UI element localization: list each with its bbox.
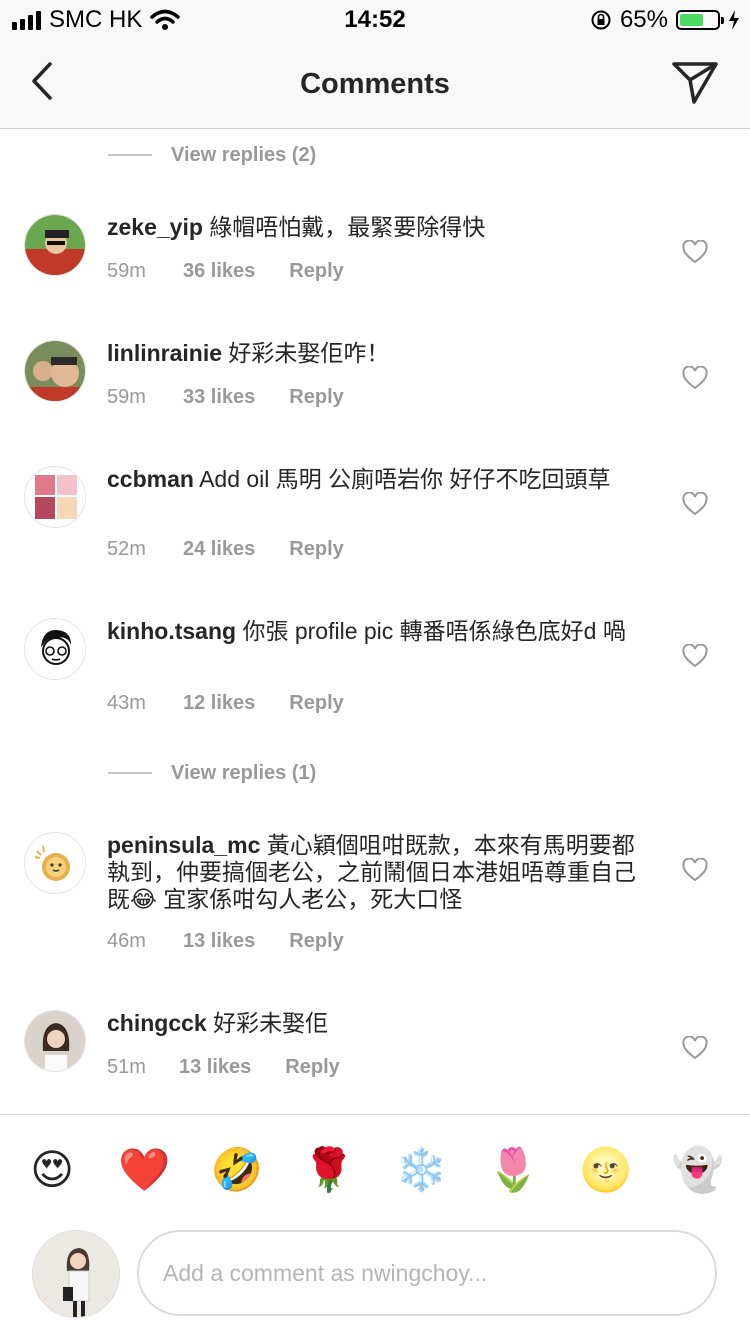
ghost-emoji-button[interactable]: 👻 bbox=[668, 1140, 728, 1200]
view-replies-button[interactable]: View replies (1) bbox=[108, 758, 316, 788]
heart-icon[interactable] bbox=[682, 492, 708, 516]
comment-likes[interactable]: 36 likes bbox=[183, 260, 255, 283]
status-bar: SMC HK 14:52 65% bbox=[0, 0, 750, 40]
divider-line bbox=[108, 154, 152, 156]
comment-input[interactable] bbox=[137, 1230, 717, 1316]
rotation-lock-icon bbox=[591, 10, 611, 30]
comment-username[interactable]: chingcck bbox=[107, 1010, 207, 1036]
heart-icon[interactable] bbox=[682, 644, 708, 668]
comment-username[interactable]: zeke_yip bbox=[107, 214, 203, 240]
comment-username[interactable]: linlinrainie bbox=[107, 340, 222, 366]
avatar[interactable] bbox=[24, 1010, 86, 1072]
avatar[interactable] bbox=[24, 214, 86, 276]
heart-icon[interactable] bbox=[682, 858, 708, 882]
reply-button[interactable]: Reply bbox=[289, 386, 343, 409]
comment-body: 綠帽唔怕戴，最緊要除得快 bbox=[209, 214, 486, 240]
rofl-emoji-button[interactable]: 🤣 bbox=[207, 1140, 267, 1200]
heart-icon[interactable] bbox=[682, 1036, 708, 1060]
comment-likes[interactable]: 12 likes bbox=[183, 692, 255, 715]
avatar[interactable] bbox=[24, 832, 86, 894]
comment-time: 51m bbox=[107, 1056, 146, 1078]
view-replies-label: View replies (2) bbox=[171, 143, 317, 166]
reply-button[interactable]: Reply bbox=[289, 930, 343, 953]
avatar[interactable] bbox=[24, 618, 86, 680]
charging-bolt-icon bbox=[729, 10, 739, 30]
reply-button[interactable]: Reply bbox=[289, 538, 343, 561]
view-replies-button[interactable]: View replies (2) bbox=[108, 140, 316, 170]
divider-line bbox=[108, 772, 152, 774]
comment-username[interactable]: ccbman bbox=[107, 466, 194, 492]
battery-icon bbox=[676, 10, 724, 30]
reply-button[interactable]: Reply bbox=[289, 260, 343, 283]
avatar[interactable] bbox=[24, 466, 86, 528]
comment-time: 59m bbox=[107, 386, 146, 408]
red-heart-emoji-button[interactable]: ❤️ bbox=[114, 1140, 174, 1200]
avatar[interactable] bbox=[24, 340, 86, 402]
comment-likes[interactable]: 13 likes bbox=[179, 1056, 251, 1079]
heart-icon[interactable] bbox=[682, 366, 708, 390]
emoji-quick-bar: 😍 ❤️ 🤣 🌹 ❄️ 🌷 🌝 👻 bbox=[0, 1114, 750, 1224]
comment-time: 59m bbox=[107, 260, 146, 282]
snowflake-emoji-button[interactable]: ❄️ bbox=[391, 1140, 451, 1200]
comment-body: 好彩未娶佢 bbox=[213, 1010, 329, 1036]
my-avatar bbox=[32, 1230, 120, 1318]
comment-username[interactable]: kinho.tsang bbox=[107, 618, 236, 644]
comment-time: 43m bbox=[107, 692, 146, 714]
comment-composer bbox=[0, 1226, 750, 1334]
comment-likes[interactable]: 33 likes bbox=[183, 386, 255, 409]
reply-button[interactable]: Reply bbox=[285, 1056, 339, 1079]
comment-likes[interactable]: 24 likes bbox=[183, 538, 255, 561]
reply-button[interactable]: Reply bbox=[289, 692, 343, 715]
comment-body: 你張 profile pic 轉番唔係綠色底好d 喎 bbox=[242, 618, 626, 644]
comment-time: 52m bbox=[107, 538, 146, 560]
share-button[interactable] bbox=[670, 58, 720, 106]
paper-plane-icon bbox=[672, 62, 718, 104]
nav-bar: Comments bbox=[0, 40, 750, 129]
comment-username[interactable]: peninsula_mc bbox=[107, 832, 260, 858]
view-replies-label: View replies (1) bbox=[171, 761, 317, 784]
comment-body: 好彩未娶佢咋！ bbox=[228, 340, 390, 366]
comment-likes[interactable]: 13 likes bbox=[183, 930, 255, 953]
tulip-emoji-button[interactable]: 🌷 bbox=[483, 1140, 543, 1200]
comment-time: 46m bbox=[107, 930, 146, 952]
battery-percent: 65% bbox=[619, 6, 668, 33]
heart-icon[interactable] bbox=[682, 240, 708, 264]
heart-eyes-emoji-button[interactable]: 😍 bbox=[22, 1140, 82, 1200]
rose-emoji-button[interactable]: 🌹 bbox=[299, 1140, 359, 1200]
comment-body: Add oil 馬明 公廁唔岩你 好仔不吃回頭草 bbox=[199, 466, 611, 492]
page-title: Comments bbox=[300, 68, 450, 100]
full-moon-face-emoji-button[interactable]: 🌝 bbox=[576, 1140, 636, 1200]
